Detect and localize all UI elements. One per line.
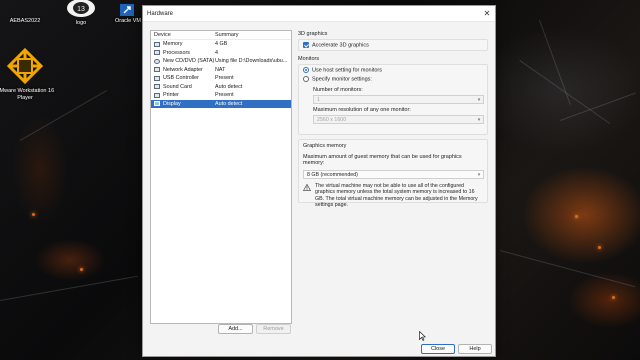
device-row-memory[interactable]: Memory 4 GB [151, 40, 291, 49]
chevron-down-icon: ▾ [477, 96, 481, 103]
display-icon [154, 101, 160, 107]
remove-button[interactable]: Remove [256, 324, 291, 334]
device-summary: Auto detect [215, 100, 243, 107]
device-row-cd-dvd[interactable]: New CD/DVD (SATA) Using file D:\Download… [151, 57, 291, 66]
monitors-title: Monitors [298, 56, 320, 62]
network-adapter-icon [154, 67, 160, 73]
help-button[interactable]: Help [458, 344, 492, 354]
chevron-down-icon: ▾ [477, 171, 481, 178]
specify-monitor-label: Specify monitor settings: [312, 76, 372, 83]
device-name: Network Adapter [163, 66, 203, 73]
device-list[interactable]: Device Summary Memory 4 GB Processors 4 … [150, 30, 292, 324]
accelerate-3d-label: Accelerate 3D graphics [312, 42, 369, 49]
close-icon[interactable]: ✕ [479, 6, 495, 22]
device-row-processors[interactable]: Processors 4 [151, 49, 291, 58]
chevron-down-icon: ▾ [477, 116, 481, 123]
dialog-titlebar[interactable]: Hardware ✕ [143, 6, 495, 22]
vmware-icon [6, 47, 44, 85]
number-of-monitors-select[interactable]: 1 ▾ [313, 95, 484, 104]
graphics-memory-value: 8 GB (recommended) [307, 171, 358, 178]
device-summary: 4 GB [215, 41, 228, 48]
device-row-network-adapter[interactable]: Network Adapter NAT [151, 66, 291, 75]
monitors-group: Monitors Use host setting for monitors S… [298, 56, 488, 135]
accelerate-3d-checkbox[interactable] [303, 42, 309, 48]
number-of-monitors-label: Number of monitors: [313, 87, 363, 93]
device-name: Sound Card [163, 83, 192, 90]
device-name: Memory [163, 41, 183, 48]
logo-icon: 13 [67, 0, 95, 17]
desktop-icon-aebas[interactable]: AEBAS2022 [4, 0, 46, 25]
device-row-sound-card[interactable]: Sound Card Auto detect [151, 83, 291, 92]
sound-card-icon [154, 84, 160, 90]
mouse-cursor-icon [419, 331, 426, 341]
desktop-icon-vmware[interactable]: VMware Workstation 16 Player [0, 46, 56, 102]
column-header-device[interactable]: Device [151, 32, 215, 38]
max-resolution-select[interactable]: 2560 x 1600 ▾ [313, 115, 484, 124]
device-summary: Auto detect [215, 83, 243, 90]
graphics-memory-warning: The virtual machine may not be able to u… [315, 183, 478, 209]
graphics-memory-title: Graphics memory [303, 143, 347, 149]
hardware-dialog: Hardware ✕ Device Summary Memory 4 GB Pr… [142, 5, 496, 357]
device-summary: Present [215, 75, 234, 82]
number-of-monitors-value: 1 [317, 96, 320, 103]
graphics-memory-group: Graphics memory Maximum amount of guest … [298, 139, 488, 208]
desktop-icon-label: VMware Workstation 16 Player [0, 88, 55, 101]
use-host-label: Use host setting for monitors [312, 67, 383, 74]
desktop-icon-label: logo [75, 20, 87, 26]
column-header-summary[interactable]: Summary [215, 32, 291, 38]
max-resolution-label: Maximum resolution of any one monitor: [313, 107, 411, 113]
device-name: New CD/DVD (SATA) [163, 58, 215, 65]
graphics-memory-select[interactable]: 8 GB (recommended) ▾ [303, 170, 484, 179]
device-summary: Present [215, 92, 234, 99]
max-resolution-value: 2560 x 1600 [317, 116, 347, 123]
graphics-3d-title: 3D graphics [298, 31, 328, 37]
device-summary: NAT [215, 66, 226, 73]
device-name: Display [163, 100, 181, 107]
printer-icon [154, 92, 160, 98]
device-row-display[interactable]: Display Auto detect [151, 99, 291, 108]
dialog-title: Hardware [147, 10, 174, 17]
use-host-radio[interactable] [303, 67, 309, 73]
device-summary: 4 [215, 49, 218, 56]
device-row-usb-controller[interactable]: USB Controller Present [151, 74, 291, 83]
memory-icon [154, 41, 160, 47]
close-button[interactable]: Close [421, 344, 455, 354]
processor-icon [154, 50, 160, 56]
virtualbox-icon [120, 4, 134, 16]
device-row-printer[interactable]: Printer Present [151, 91, 291, 100]
device-name: Processors [163, 49, 190, 56]
cd-dvd-icon [154, 58, 160, 64]
warning-icon [303, 184, 311, 191]
device-name: USB Controller [163, 75, 199, 82]
desktop-icon-logo[interactable]: 13 logo [58, 0, 104, 27]
device-name: Printer [163, 92, 179, 99]
desktop-icon-label: AEBAS2022 [9, 18, 41, 24]
device-summary: Using file D:\Downloads\ubu... [215, 58, 288, 65]
graphics-3d-group: 3D graphics Accelerate 3D graphics [298, 31, 488, 51]
svg-text:13: 13 [77, 6, 85, 13]
graphics-memory-description: Maximum amount of guest memory that can … [303, 154, 462, 166]
specify-monitor-radio[interactable] [303, 76, 309, 82]
device-list-header: Device Summary [151, 31, 291, 40]
usb-icon [154, 75, 160, 81]
add-button[interactable]: Add... [218, 324, 253, 334]
